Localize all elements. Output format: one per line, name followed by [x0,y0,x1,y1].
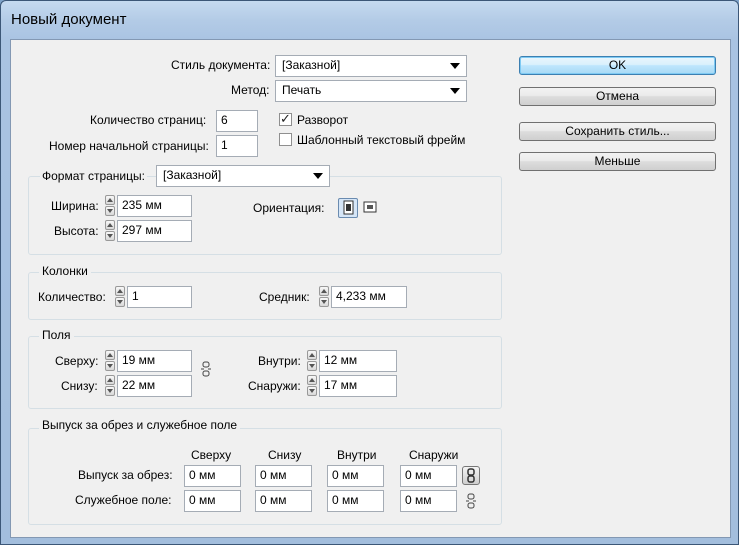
height-stepper[interactable] [104,220,116,242]
facing-pages-checkbox[interactable] [279,111,292,127]
page-format-value: [Заказной] [163,168,222,182]
bleed-bottom-input[interactable]: 0 мм [255,465,312,487]
columns-count-stepper[interactable] [114,286,126,308]
margin-inside-stepper[interactable] [306,350,318,372]
chain-linked-icon[interactable] [462,466,480,485]
dialog-content: Стиль документа: [Заказной] Метод: Печат… [10,39,731,538]
landscape-icon[interactable] [361,198,381,218]
stepper-down-icon[interactable] [319,297,329,307]
master-text-frame-checkbox[interactable] [279,133,292,146]
columns-count-input[interactable]: 1 [127,286,192,308]
stepper-down-icon[interactable] [307,386,317,396]
slug-bottom-input[interactable]: 0 мм [255,490,312,512]
method-dropdown[interactable]: Печать [275,80,467,102]
method-label: Метод: [231,83,270,97]
portrait-icon[interactable] [338,198,358,218]
width-stepper[interactable] [104,195,116,217]
margin-bottom-input[interactable]: 22 мм [117,375,192,397]
stepper-up-icon[interactable] [105,220,115,230]
margins-group [28,336,502,409]
margin-top-input[interactable]: 19 мм [117,350,192,372]
stepper-up-icon[interactable] [105,350,115,360]
bleed-inside-input[interactable]: 0 мм [327,465,384,487]
slug-inside-input[interactable]: 0 мм [327,490,384,512]
facing-pages-label: Разворот [297,113,349,127]
start-page-label: Номер начальной страницы: [49,139,209,153]
margin-top-stepper[interactable] [104,350,116,372]
chain-broken-icon[interactable] [465,493,477,509]
slug-outside-input[interactable]: 0 мм [400,490,457,512]
bleed-slug-title: Выпуск за обрез и служебное поле [39,418,241,432]
margin-inside-label: Внутри: [258,354,301,368]
bleed-outside-input[interactable]: 0 мм [400,465,457,487]
orientation-label: Ориентация: [253,201,325,215]
margins-title: Поля [39,328,74,342]
margin-bottom-stepper[interactable] [104,375,116,397]
bleed-header-inside: Внутри [337,448,377,462]
stepper-down-icon[interactable] [105,206,115,216]
columns-count-label: Количество: [38,290,106,304]
width-input[interactable]: 235 мм [117,195,192,217]
stepper-up-icon[interactable] [105,375,115,385]
title-bar[interactable]: Новый документ [1,1,738,39]
bleed-header-outside: Снаружи [409,448,459,462]
gutter-stepper[interactable] [318,286,330,308]
bleed-top-input[interactable]: 0 мм [184,465,241,487]
bleed-header-bottom: Снизу [268,448,302,462]
stepper-down-icon[interactable] [105,231,115,241]
gutter-label: Средник: [259,290,310,304]
margin-outside-input[interactable]: 17 мм [319,375,397,397]
slug-label: Служебное поле: [75,493,172,507]
margin-outside-stepper[interactable] [306,375,318,397]
stepper-down-icon[interactable] [105,361,115,371]
pages-count-input[interactable]: 6 [216,110,258,132]
less-button[interactable]: Меньше [519,152,716,171]
chevron-down-icon [450,88,460,94]
page-format-group [28,176,502,255]
stepper-down-icon[interactable] [105,386,115,396]
window-title: Новый документ [11,11,127,28]
stepper-down-icon[interactable] [307,361,317,371]
page-format-dropdown[interactable]: [Заказной] [156,165,330,187]
height-input[interactable]: 297 мм [117,220,192,242]
bleed-label: Выпуск за обрез: [78,468,173,482]
columns-title: Колонки [39,264,91,278]
pages-count-label: Количество страниц: [90,113,207,127]
margin-top-label: Сверху: [55,354,99,368]
cancel-button[interactable]: Отмена [519,87,716,106]
new-document-dialog: Новый документ Стиль документа: [Заказно… [0,0,739,545]
stepper-up-icon[interactable] [319,286,329,296]
doc-style-label: Стиль документа: [171,58,271,72]
stepper-down-icon[interactable] [115,297,125,307]
doc-style-dropdown[interactable]: [Заказной] [275,55,467,77]
chevron-down-icon [450,63,460,69]
slug-top-input[interactable]: 0 мм [184,490,241,512]
method-value: Печать [282,83,322,97]
gutter-input[interactable]: 4,233 мм [331,286,407,308]
master-text-frame-label: Шаблонный текстовый фрейм [297,133,466,147]
margin-outside-label: Снаружи: [248,379,301,393]
start-page-input[interactable]: 1 [216,135,258,157]
stepper-up-icon[interactable] [307,375,317,385]
chevron-down-icon [313,173,323,179]
margin-bottom-label: Снизу: [61,379,98,393]
height-label: Высота: [54,224,99,238]
stepper-up-icon[interactable] [105,195,115,205]
ok-button[interactable]: OK [519,56,716,75]
stepper-up-icon[interactable] [115,286,125,296]
bleed-header-top: Сверху [191,448,232,462]
save-style-button[interactable]: Сохранить стиль... [519,122,716,141]
margin-inside-input[interactable]: 12 мм [319,350,397,372]
stepper-up-icon[interactable] [307,350,317,360]
width-label: Ширина: [51,199,99,213]
page-format-label: Формат страницы: [40,169,147,183]
doc-style-value: [Заказной] [282,58,341,72]
chain-broken-icon[interactable] [200,361,212,377]
